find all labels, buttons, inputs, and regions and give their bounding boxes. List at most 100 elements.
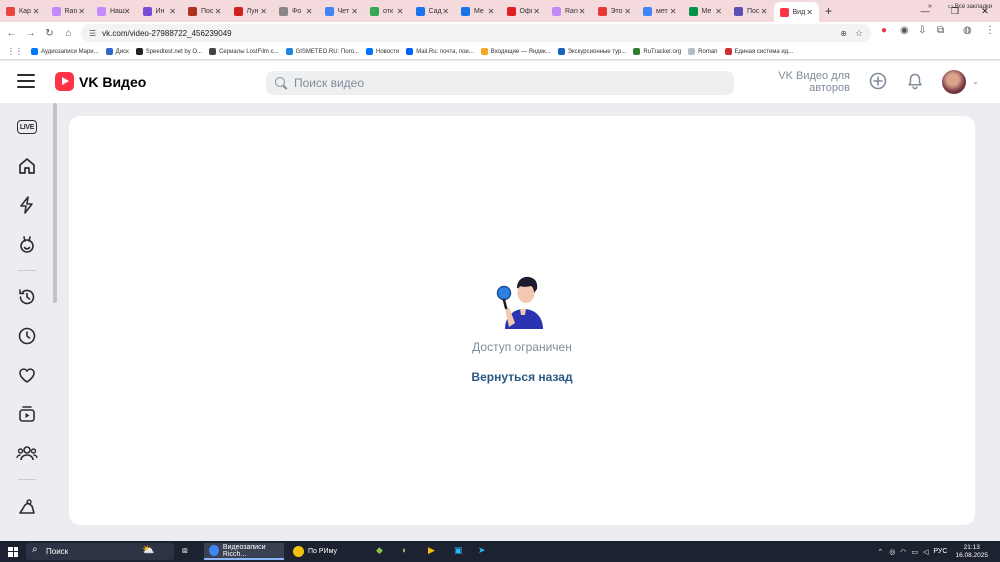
download-icon[interactable]: ⇩ [918, 25, 926, 36]
browser-tab[interactable]: Вид ✕ [773, 2, 819, 22]
taskbar-app[interactable]: Видеозаписи Ricch... [204, 543, 284, 560]
vk-video-for-authors-link[interactable]: VK Видео для авторов [760, 70, 850, 94]
chevron-right-icon[interactable]: » [928, 3, 932, 10]
tab-close-icon[interactable]: ✕ [488, 7, 495, 16]
tab-close-icon[interactable]: ✕ [670, 7, 677, 16]
bookmark-item[interactable]: GISMETEO.RU: Пого... [285, 48, 359, 55]
site-info-icon[interactable]: ☰ [89, 29, 96, 38]
bookmark-item[interactable]: Сериалы LostFilm с... [209, 48, 279, 55]
tab-close-icon[interactable]: ✕ [260, 7, 267, 16]
tab-close-icon[interactable]: ✕ [579, 7, 586, 16]
bookmark-item[interactable]: Speedtest.net by O... [135, 48, 202, 55]
browser-tab[interactable]: Наш ✕ [91, 2, 137, 20]
browser-tab[interactable]: Кар ✕ [0, 2, 46, 20]
nav-shorts[interactable] [16, 194, 38, 216]
nav-liked[interactable] [16, 364, 38, 386]
tab-close-icon[interactable]: ✕ [33, 7, 40, 16]
browser-tab[interactable]: Чет ✕ [319, 2, 365, 20]
bookmark-item[interactable]: Новости [365, 48, 399, 55]
url-input[interactable]: ☰ vk.com/video-27988722_456239049 ⊕ ☆ [81, 24, 871, 42]
wifi-icon[interactable]: ◠ [900, 548, 906, 556]
browser-tab[interactable]: Лун ✕ [228, 2, 274, 20]
telegram-icon[interactable]: ➤ [478, 545, 486, 556]
reload-icon[interactable]: ↻ [40, 28, 59, 39]
avatar[interactable] [942, 70, 966, 94]
nav-communities[interactable] [16, 442, 38, 464]
nav-home[interactable] [16, 155, 38, 177]
bookmark-item[interactable]: Mail.Ru: почта, пои... [406, 48, 474, 55]
keyboard-language[interactable]: РУС [933, 548, 947, 555]
clock[interactable]: 21:13 16.08.2025 [955, 544, 988, 560]
browser-tab[interactable]: отк ✕ [364, 2, 410, 20]
tab-close-icon[interactable]: ✕ [624, 7, 631, 16]
browser-tab[interactable]: Ran ✕ [46, 2, 92, 20]
browser-tab[interactable]: Ме ✕ [455, 2, 501, 20]
location-icon[interactable]: ◎ [889, 548, 895, 556]
tab-close-icon[interactable]: ✕ [806, 8, 813, 17]
tab-close-icon[interactable]: ✕ [761, 7, 768, 16]
browser-tab[interactable]: Сад ✕ [410, 2, 456, 20]
bookmark-item[interactable]: RuTracker.org [633, 48, 681, 55]
browser-tab[interactable]: Офі ✕ [501, 2, 547, 20]
opera-extension-icon[interactable]: ● [881, 25, 887, 36]
search-box[interactable] [266, 71, 734, 95]
tab-close-icon[interactable]: ✕ [397, 7, 404, 16]
tab-close-icon[interactable]: ✕ [78, 7, 85, 16]
tab-close-icon[interactable]: ✕ [124, 7, 131, 16]
browser-tab[interactable]: Пос ✕ [728, 2, 774, 20]
app-icon[interactable]: ▣ [454, 545, 463, 556]
tab-close-icon[interactable]: ✕ [215, 7, 222, 16]
apps-grid-icon[interactable]: ⋮⋮ [7, 47, 23, 56]
go-back-link-text[interactable]: Вернуться назад [471, 370, 572, 384]
weather-widget-icon[interactable]: ⛅ [142, 545, 154, 556]
bookmark-item[interactable]: Экскурсионные тур... [557, 48, 626, 55]
tab-close-icon[interactable]: ✕ [533, 7, 540, 16]
tab-close-icon[interactable]: ✕ [715, 7, 722, 16]
bookmark-item[interactable]: Roman [688, 48, 718, 55]
search-input[interactable] [294, 76, 714, 90]
vk-video-logo[interactable]: VK Видео [55, 72, 146, 91]
task-view-icon[interactable]: ⧈ [182, 545, 188, 556]
audio-extension-icon[interactable]: ◉ [900, 25, 909, 36]
menu-burger-icon[interactable] [17, 74, 35, 88]
all-bookmarks[interactable]: » ▭ Все закладки [928, 3, 992, 10]
app-icon[interactable]: ◆ [376, 545, 383, 556]
tab-close-icon[interactable]: ✕ [169, 7, 176, 16]
volume-icon[interactable]: ◁ [923, 548, 928, 556]
bookmark-item[interactable]: Диск [105, 48, 129, 55]
nav-watch-later[interactable] [16, 325, 38, 347]
bookmark-item[interactable]: Входящие — Яндек... [480, 48, 551, 55]
windows-start-icon[interactable] [8, 546, 18, 557]
nav-subscriptions[interactable] [16, 403, 38, 425]
extensions-puzzle-icon[interactable]: ⧉ [937, 25, 944, 36]
browser-menu-icon[interactable]: ⋮ [985, 25, 995, 36]
browser-tab[interactable]: Это ✕ [592, 2, 638, 20]
app-icon[interactable]: ◐ [402, 545, 407, 555]
new-tab-button[interactable]: + [825, 4, 832, 18]
zoom-icon[interactable]: ⊕ [840, 29, 847, 38]
chevron-up-icon[interactable]: ⌃ [877, 548, 883, 556]
browser-tab[interactable]: Фо ✕ [273, 2, 319, 20]
home-icon[interactable]: ⌂ [59, 28, 78, 39]
bookmark-item[interactable]: Единая система ид... [724, 48, 793, 55]
tab-close-icon[interactable]: ✕ [306, 7, 313, 16]
tab-close-icon[interactable]: ✕ [442, 7, 449, 16]
browser-tab[interactable]: Ме ✕ [683, 2, 729, 20]
nav-history[interactable] [16, 286, 38, 308]
add-circle-icon[interactable] [869, 72, 887, 90]
forward-arrow-icon[interactable]: → [21, 28, 40, 39]
browser-tab[interactable]: Ran ✕ [546, 2, 592, 20]
nav-live[interactable]: LIVE [16, 116, 38, 138]
back-arrow-icon[interactable]: ← [2, 28, 21, 39]
taskbar-app[interactable]: По РИму [288, 543, 368, 560]
app-icon[interactable]: ▶ [428, 545, 435, 556]
battery-icon[interactable]: ▭ [911, 548, 918, 556]
nav-studio[interactable] [16, 496, 38, 518]
tab-close-icon[interactable]: ✕ [351, 7, 358, 16]
browser-tab[interactable]: Ин ✕ [137, 2, 183, 20]
browser-tab[interactable]: мет ✕ [637, 2, 683, 20]
profile-icon[interactable]: ◍ [963, 25, 972, 36]
bookmark-star-icon[interactable]: ☆ [855, 28, 863, 39]
bookmark-item[interactable]: Аудиозаписи Мари... [31, 48, 99, 55]
sidebar-scrollbar[interactable] [53, 103, 57, 303]
